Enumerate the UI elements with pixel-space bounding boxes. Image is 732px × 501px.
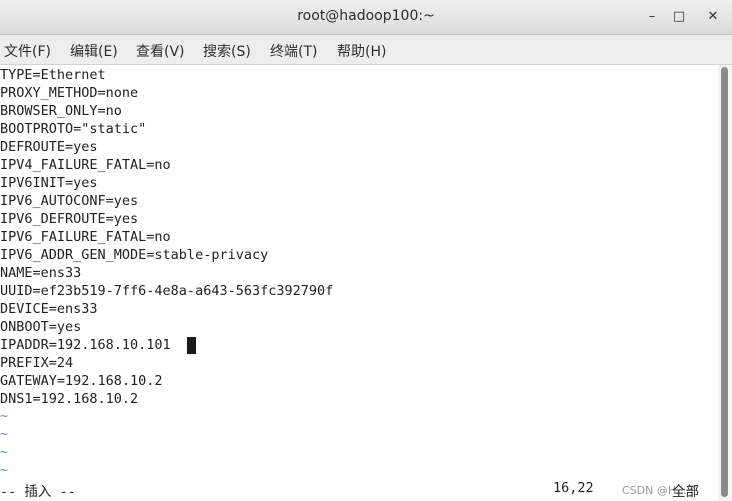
config-line-ipv4-failure: IPV4_FAILURE_FATAL=no bbox=[0, 157, 171, 173]
config-line-browser-only: BROWSER_ONLY=no bbox=[0, 103, 122, 119]
empty-line-marker: ~ bbox=[0, 445, 8, 460]
config-line-uuid: UUID=ef23b519-7ff6-4e8a-a643-563fc392790… bbox=[0, 283, 334, 299]
config-line-dns1: DNS1=192.168.10.2 bbox=[0, 391, 139, 407]
title-bar[interactable]: root@hadoop100:~ – □ ✕ bbox=[0, 0, 732, 35]
config-line-defroute: DEFROUTE=yes bbox=[0, 139, 98, 155]
scrollbar-thumb[interactable] bbox=[721, 67, 728, 497]
config-line-onboot: ONBOOT=yes bbox=[0, 319, 82, 335]
terminal-window: root@hadoop100:~ – □ ✕ 文件(F) 编辑(E) 查看(V)… bbox=[0, 0, 732, 501]
config-line-type: TYPE=Ethernet bbox=[0, 67, 106, 83]
menu-terminal[interactable]: 终端(T) bbox=[270, 41, 317, 61]
window-title: root@hadoop100:~ bbox=[297, 8, 435, 24]
config-line-ipaddr: IPADDR=192.168.10.101 bbox=[0, 337, 171, 353]
config-line-proxy-method: PROXY_METHOD=none bbox=[0, 85, 139, 101]
empty-line-marker: ~ bbox=[0, 409, 8, 424]
menu-edit[interactable]: 编辑(E) bbox=[70, 41, 118, 61]
config-line-ipv6init: IPV6INIT=yes bbox=[0, 175, 98, 191]
config-line-bootproto: BOOTPROTO="static" bbox=[0, 121, 147, 137]
empty-line-marker: ~ bbox=[0, 463, 8, 478]
config-line-prefix: PREFIX=24 bbox=[0, 355, 74, 371]
config-line-ipv6-failure: IPV6_FAILURE_FATAL=no bbox=[0, 229, 171, 245]
config-line-ipv6-addr-gen: IPV6_ADDR_GEN_MODE=stable-privacy bbox=[0, 247, 269, 263]
menu-file[interactable]: 文件(F) bbox=[4, 41, 51, 61]
menu-bar: 文件(F) 编辑(E) 查看(V) 搜索(S) 终端(T) 帮助(H) bbox=[0, 35, 732, 65]
menu-search[interactable]: 搜索(S) bbox=[203, 41, 251, 61]
minimize-button[interactable]: – bbox=[640, 5, 664, 29]
menu-view[interactable]: 查看(V) bbox=[136, 41, 185, 61]
config-line-device: DEVICE=ens33 bbox=[0, 301, 98, 317]
text-cursor bbox=[187, 337, 196, 354]
vim-status-line: -- 插入 -- 16,22 CSDN @H...子 全部 bbox=[0, 478, 718, 500]
cursor-position: 16,22 bbox=[553, 480, 594, 496]
empty-line-marker: ~ bbox=[0, 427, 8, 442]
config-line-name: NAME=ens33 bbox=[0, 265, 82, 281]
config-line-ipv6-autoconf: IPV6_AUTOCONF=yes bbox=[0, 193, 139, 209]
vertical-scrollbar[interactable] bbox=[718, 65, 732, 501]
insert-mode-indicator: -- 插入 -- bbox=[0, 484, 76, 500]
config-line-gateway: GATEWAY=192.168.10.2 bbox=[0, 373, 163, 389]
scroll-position-indicator: 全部 bbox=[672, 484, 699, 500]
menu-help[interactable]: 帮助(H) bbox=[337, 41, 386, 61]
config-line-ipv6-defroute: IPV6_DEFROUTE=yes bbox=[0, 211, 139, 227]
maximize-button[interactable]: □ bbox=[667, 5, 691, 29]
terminal-text-area[interactable]: TYPE=Ethernet PROXY_METHOD=none BROWSER_… bbox=[0, 65, 718, 478]
close-button[interactable]: ✕ bbox=[701, 5, 725, 29]
